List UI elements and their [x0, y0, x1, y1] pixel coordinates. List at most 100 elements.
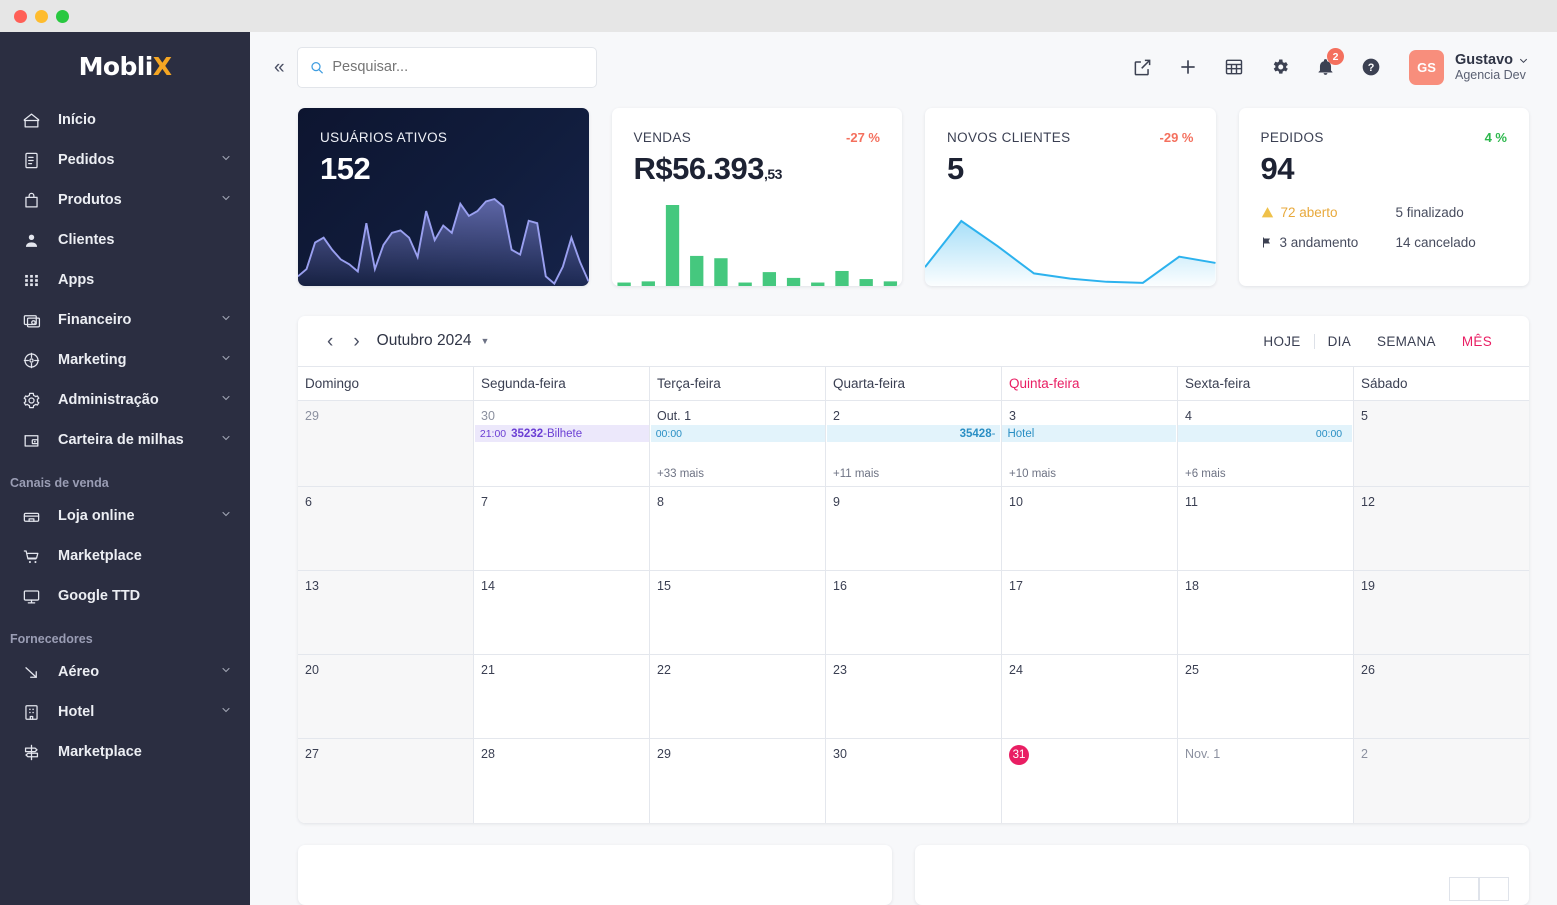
sidebar-item-clientes[interactable]: Clientes [0, 220, 250, 260]
sidebar-item-produtos[interactable]: Produtos [0, 180, 250, 220]
table-icon[interactable] [1224, 57, 1244, 77]
chevron-down-icon[interactable] [220, 432, 232, 448]
sidebar-item-administra-o[interactable]: Administração [0, 380, 250, 420]
calendar-day-cell[interactable]: 7 [473, 487, 649, 570]
calendar-day-cell[interactable]: 24 [1001, 655, 1177, 738]
calendar-event[interactable]: 35428 - [827, 425, 1001, 442]
calendar-event[interactable]: 21:0035232 - Bilhete [475, 425, 649, 442]
maximize-window-button[interactable] [56, 10, 69, 23]
help-icon[interactable]: ? [1361, 57, 1381, 77]
calendar-day-cell[interactable]: Nov. 1 [1177, 739, 1353, 823]
orders-stat-open[interactable]: 72 aberto [1261, 205, 1396, 220]
orders-stat-progress[interactable]: 3 andamento [1261, 235, 1396, 250]
calendar-day-cell[interactable]: 5 [1353, 401, 1529, 486]
search-box[interactable] [297, 47, 597, 88]
sidebar-item-carteira-de-milhas[interactable]: Carteira de milhas [0, 420, 250, 460]
sidebar-item-google-ttd[interactable]: Google TTD [0, 576, 250, 616]
sidebar-item-marketing[interactable]: Marketing [0, 340, 250, 380]
sidebar-item-hotel[interactable]: Hotel [0, 692, 250, 732]
kpi-card-orders[interactable]: PEDIDOS 4 % 94 72 aberto 5 finalizado 3 … [1239, 108, 1530, 286]
sidebar-item-marketplace[interactable]: Marketplace [0, 732, 250, 772]
calendar-day-cell[interactable]: 18 [1177, 571, 1353, 654]
calendar-view-semana[interactable]: SEMANA [1364, 334, 1449, 349]
gear-icon[interactable] [1270, 57, 1290, 77]
calendar-day-cell[interactable]: 15 [649, 571, 825, 654]
bell-icon[interactable]: 2 [1316, 57, 1335, 77]
kpi-card-active-users[interactable]: USUÁRIOS ATIVOS 152 [298, 108, 589, 286]
sidebar-collapse-icon[interactable]: « [274, 58, 285, 77]
calendar-view-hoje[interactable]: HOJE [1250, 334, 1313, 349]
bottom-card-right[interactable] [915, 845, 1529, 905]
chevron-down-icon[interactable] [220, 704, 232, 720]
chevron-down-icon[interactable] [220, 352, 232, 368]
calendar-day-cell[interactable]: 19 [1353, 571, 1529, 654]
sidebar-item-financeiro[interactable]: Financeiro [0, 300, 250, 340]
calendar-day-cell[interactable]: 9 [825, 487, 1001, 570]
sidebar-item-loja-online[interactable]: Loja online [0, 496, 250, 536]
calendar-day-cell[interactable]: 16 [825, 571, 1001, 654]
calendar-day-cell[interactable]: 30 [825, 739, 1001, 823]
calendar-day-cell[interactable]: 11 [1177, 487, 1353, 570]
calendar-more-link[interactable]: +6 mais [1185, 468, 1226, 480]
calendar-day-cell[interactable]: 28 [473, 739, 649, 823]
calendar-day-cell[interactable]: 30 [473, 401, 649, 486]
orders-stat-finished[interactable]: 5 finalizado [1396, 205, 1508, 220]
calendar-prev-button[interactable]: ‹ [322, 332, 338, 351]
chevron-down-icon[interactable] [220, 664, 232, 680]
bottom-card-left[interactable] [298, 845, 892, 905]
minimize-window-button[interactable] [35, 10, 48, 23]
calendar-day-cell[interactable]: 23 [825, 655, 1001, 738]
sidebar-item-pedidos[interactable]: Pedidos [0, 140, 250, 180]
calendar-more-link[interactable]: +33 mais [657, 468, 704, 480]
plus-icon[interactable] [1178, 57, 1198, 77]
kpi-card-new-clients[interactable]: NOVOS CLIENTES -29 % 5 [925, 108, 1216, 286]
calendar-day-cell[interactable]: 26 [1353, 655, 1529, 738]
kpi-card-sales[interactable]: VENDAS -27 % R$56.393,53 [612, 108, 903, 286]
calendar-more-link[interactable]: +10 mais [1009, 468, 1056, 480]
sidebar-item-marketplace[interactable]: Marketplace [0, 536, 250, 576]
calendar-day-cell[interactable]: 12 [1353, 487, 1529, 570]
calendar-view-mês[interactable]: MÊS [1449, 334, 1505, 349]
calendar-day-cell[interactable]: 3+10 mais [1001, 401, 1177, 486]
user-menu[interactable]: GS Gustavo Agencia Dev [1409, 50, 1529, 85]
chevron-down-icon[interactable] [220, 392, 232, 408]
calendar-view-dia[interactable]: DIA [1314, 334, 1364, 349]
calendar-day-cell[interactable]: 13 [298, 571, 473, 654]
chevron-down-icon[interactable] [220, 152, 232, 168]
calendar-event[interactable]: Hotel [1002, 425, 1176, 442]
calendar-day-cell[interactable]: 6 [298, 487, 473, 570]
calendar-day-cell[interactable]: 14 [473, 571, 649, 654]
calendar-day-cell[interactable]: 10 [1001, 487, 1177, 570]
calendar-day-cell[interactable]: 27 [298, 739, 473, 823]
calendar-event[interactable]: 00:00 [651, 425, 825, 442]
calendar-day-cell[interactable]: 2+11 mais [825, 401, 1001, 486]
app-logo[interactable]: MobliX [0, 32, 250, 100]
calendar-day-cell[interactable]: 22 [649, 655, 825, 738]
calendar-day-cell[interactable]: 21 [473, 655, 649, 738]
bottom-card-button-2[interactable] [1479, 877, 1509, 901]
calendar-more-link[interactable]: +11 mais [833, 468, 879, 480]
chevron-down-icon[interactable] [220, 508, 232, 524]
calendar-next-button[interactable]: › [348, 332, 364, 351]
calendar-day-cell[interactable]: Out. 1+33 mais [649, 401, 825, 486]
orders-stat-cancelled[interactable]: 14 cancelado [1396, 235, 1508, 250]
calendar-day-cell[interactable]: 29 [649, 739, 825, 823]
sidebar-item-in-cio[interactable]: Início [0, 100, 250, 140]
external-link-icon[interactable] [1133, 58, 1152, 77]
calendar-month-selector[interactable]: Outubro 2024 ▼ [377, 332, 490, 350]
close-window-button[interactable] [14, 10, 27, 23]
calendar-day-cell[interactable]: 8 [649, 487, 825, 570]
chevron-down-icon[interactable] [220, 192, 232, 208]
search-input[interactable] [332, 59, 583, 75]
calendar-day-cell[interactable]: 2 [1353, 739, 1529, 823]
chevron-down-icon[interactable] [220, 312, 232, 328]
calendar-day-cell[interactable]: 20 [298, 655, 473, 738]
calendar-event[interactable]: 00:00 [1178, 425, 1352, 442]
calendar-day-cell[interactable]: 29 [298, 401, 473, 486]
sidebar-item-a-reo[interactable]: Aéreo [0, 652, 250, 692]
bottom-card-button-1[interactable] [1449, 877, 1479, 901]
calendar-day-cell[interactable]: 31 [1001, 739, 1177, 823]
calendar-day-cell[interactable]: 4+6 mais [1177, 401, 1353, 486]
calendar-day-cell[interactable]: 25 [1177, 655, 1353, 738]
calendar-day-cell[interactable]: 17 [1001, 571, 1177, 654]
